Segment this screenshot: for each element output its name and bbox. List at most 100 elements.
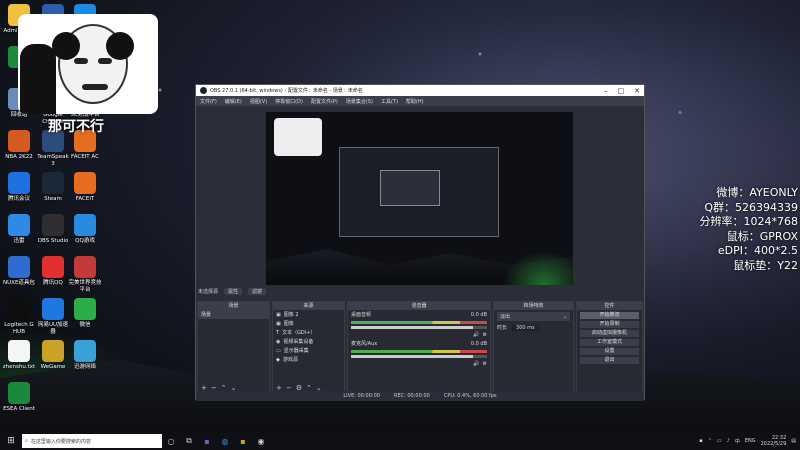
audio-meter <box>351 321 488 324</box>
notification-icon[interactable]: ▤ <box>791 438 796 444</box>
desktop-icon[interactable]: FACEIT <box>68 172 102 203</box>
taskbar-app-icon[interactable]: ◍ <box>216 432 234 450</box>
start-recording-button[interactable]: 开始录制 <box>579 321 639 328</box>
desktop-icon-label: WeGame <box>40 364 66 370</box>
image-icon: ▣ <box>276 311 281 318</box>
chevron-up-icon[interactable]: ⌃ <box>708 438 712 444</box>
duration-input[interactable]: 300 ms <box>512 324 539 331</box>
cortana-icon[interactable]: ○ <box>162 432 180 450</box>
search-placeholder: 在这里输入你要搜索的内容 <box>30 438 91 445</box>
app-icon <box>74 214 96 236</box>
desktop-icon[interactable]: 网易UU加速 器 <box>36 298 70 336</box>
menu-profile[interactable]: 配置文件(P) <box>311 98 338 105</box>
app-icon <box>74 172 96 194</box>
taskbar-app-icon[interactable]: ▪ <box>234 432 252 450</box>
obs-docks: 场景 场景 + − ⌃ ⌄ 来源 ▣ 图像 2 ▣ 图像 T 文本（GDI+） ◉ 视频采集设… <box>196 301 644 393</box>
taskbar-search[interactable]: ⌕ 在这里输入你要搜索的内容 <box>22 434 162 448</box>
desktop-icon[interactable]: zhenshu.txt <box>2 340 36 371</box>
app-icon <box>8 214 30 236</box>
obs-logo-icon <box>200 87 207 94</box>
desktop-icon[interactable]: WeGame <box>36 340 70 371</box>
desktop-icon[interactable]: NUXE道具包 <box>2 256 36 287</box>
language-indicator[interactable]: ENG <box>745 438 756 444</box>
desktop-icon[interactable]: ESEA Client <box>2 382 36 413</box>
menu-tools[interactable]: 工具(T) <box>381 98 398 105</box>
desktop-icon[interactable]: QQ游戏 <box>68 214 102 245</box>
desktop-icon[interactable]: NBA 2K22 <box>2 130 36 161</box>
source-item[interactable]: ▭ 显示器采集 <box>273 346 344 355</box>
desktop-icon[interactable]: 完美世界竞技 平台 <box>68 256 102 294</box>
clock-date: 2022/5/29 <box>760 441 787 447</box>
desktop-icon-label: zhenshu.txt <box>2 364 36 370</box>
desktop-icon[interactable]: OBS Studio <box>36 214 70 245</box>
speaker-icon[interactable]: 🔊 <box>473 332 479 338</box>
exit-button[interactable]: 退出 <box>579 357 639 364</box>
app-icon <box>42 214 64 236</box>
start-streaming-button[interactable]: 开始推流 <box>579 312 639 319</box>
gear-icon[interactable]: ⚙ <box>483 361 487 367</box>
source-item[interactable]: ◉ 视频采集设备 <box>273 337 344 346</box>
desktop-icon-label: Steam <box>44 196 62 202</box>
task-view-icon[interactable]: ⧉ <box>180 432 198 450</box>
volume-icon[interactable]: ♪ <box>727 438 730 444</box>
windows-start-icon[interactable]: ⊞ <box>0 432 22 450</box>
mixer-dock: 混音器 桌面音频 0.0 dB 🔊 ⚙ 麦克风/Aux 0.0 dB 🔊 ⚙ <box>347 301 492 393</box>
desktop-icon[interactable]: Steam <box>36 172 70 203</box>
obs-status-bar: LIVE: 00:00:00 REC: 00:00:00 CPU: 0.4%, … <box>196 391 644 401</box>
source-item[interactable]: ▣ 图像 <box>273 319 344 328</box>
obs-titlebar[interactable]: OBS 27.0.1 (64-bit, windows) - 配置文件：未命名 … <box>196 85 644 96</box>
studio-mode-button[interactable]: 工作室模式 <box>579 339 639 346</box>
transition-select[interactable]: 淡出 ⌄ <box>497 312 570 321</box>
source-item[interactable]: ▣ 图像 2 <box>273 310 344 319</box>
desktop-icon[interactable]: 微信 <box>68 298 102 329</box>
taskbar-obs-icon[interactable]: ◉ <box>252 432 270 450</box>
transitions-dock-title: 转场特效 <box>494 302 573 310</box>
mini-meme-image <box>274 118 322 156</box>
app-icon <box>42 172 64 194</box>
desktop-icon-label: QQ游戏 <box>75 238 95 244</box>
volume-slider[interactable] <box>351 326 488 329</box>
filters-button[interactable]: 滤镜 <box>248 287 267 295</box>
desktop-icon[interactable]: Logitech G HUB <box>2 298 36 336</box>
gear-icon[interactable]: ⚙ <box>483 332 487 338</box>
obs-preview-canvas[interactable] <box>266 112 573 285</box>
menu-view[interactable]: 视图(V) <box>250 98 267 105</box>
properties-button[interactable]: 属性 <box>224 287 243 295</box>
overlay-line: 分辨率：1024*768 <box>699 215 799 228</box>
input-method[interactable]: 中 <box>735 438 740 445</box>
source-toolbar: 未选择源 属性 滤镜 <box>196 286 644 296</box>
app-icon <box>42 340 64 362</box>
minimize-icon[interactable]: – <box>604 87 608 95</box>
menu-docks[interactable]: 停靠窗口(D) <box>275 98 303 105</box>
close-icon[interactable]: ✕ <box>634 87 640 95</box>
desktop-icon[interactable]: 腾讯QQ <box>36 256 70 287</box>
tray-icon[interactable]: ▪ <box>699 438 702 444</box>
menu-edit[interactable]: 编辑(E) <box>225 98 242 105</box>
volume-slider[interactable] <box>351 355 488 358</box>
menu-scene-collection[interactable]: 场景集合(S) <box>346 98 373 105</box>
image-icon: ▣ <box>276 320 281 327</box>
desktop-icon[interactable]: 迅游网络 <box>68 340 102 371</box>
desktop-icon-label: 迅雷 <box>13 238 25 244</box>
maximize-icon[interactable]: □ <box>618 87 625 95</box>
desktop-icon[interactable]: 腾讯会议 <box>2 172 36 203</box>
menu-help[interactable]: 帮助(H) <box>406 98 424 105</box>
clock[interactable]: 22:32 2022/5/29 <box>761 435 787 447</box>
desktop-icon-label: OBS Studio <box>37 238 69 244</box>
obs-title: OBS 27.0.1 (64-bit, windows) - 配置文件：未命名 … <box>210 88 363 94</box>
app-icon <box>74 298 96 320</box>
app-icon <box>74 256 96 278</box>
desktop-icon-label: Logitech G HUB <box>4 322 34 335</box>
nested-preview-2 <box>380 170 440 206</box>
source-item[interactable]: ◆ 游戏源 <box>273 355 344 364</box>
obs-window[interactable]: OBS 27.0.1 (64-bit, windows) - 配置文件：未命名 … <box>195 84 645 401</box>
taskbar-app-icon[interactable]: ▪ <box>198 432 216 450</box>
menu-file[interactable]: 文件(F) <box>200 98 217 105</box>
network-icon[interactable]: ▭ <box>717 438 722 444</box>
settings-button[interactable]: 设置 <box>579 348 639 355</box>
start-virtual-camera-button[interactable]: 启动虚拟摄像机 <box>579 330 639 337</box>
source-item[interactable]: T 文本（GDI+） <box>273 328 344 337</box>
scene-item[interactable]: 场景 <box>198 310 269 319</box>
speaker-icon[interactable]: 🔊 <box>473 361 479 367</box>
desktop-icon[interactable]: 迅雷 <box>2 214 36 245</box>
